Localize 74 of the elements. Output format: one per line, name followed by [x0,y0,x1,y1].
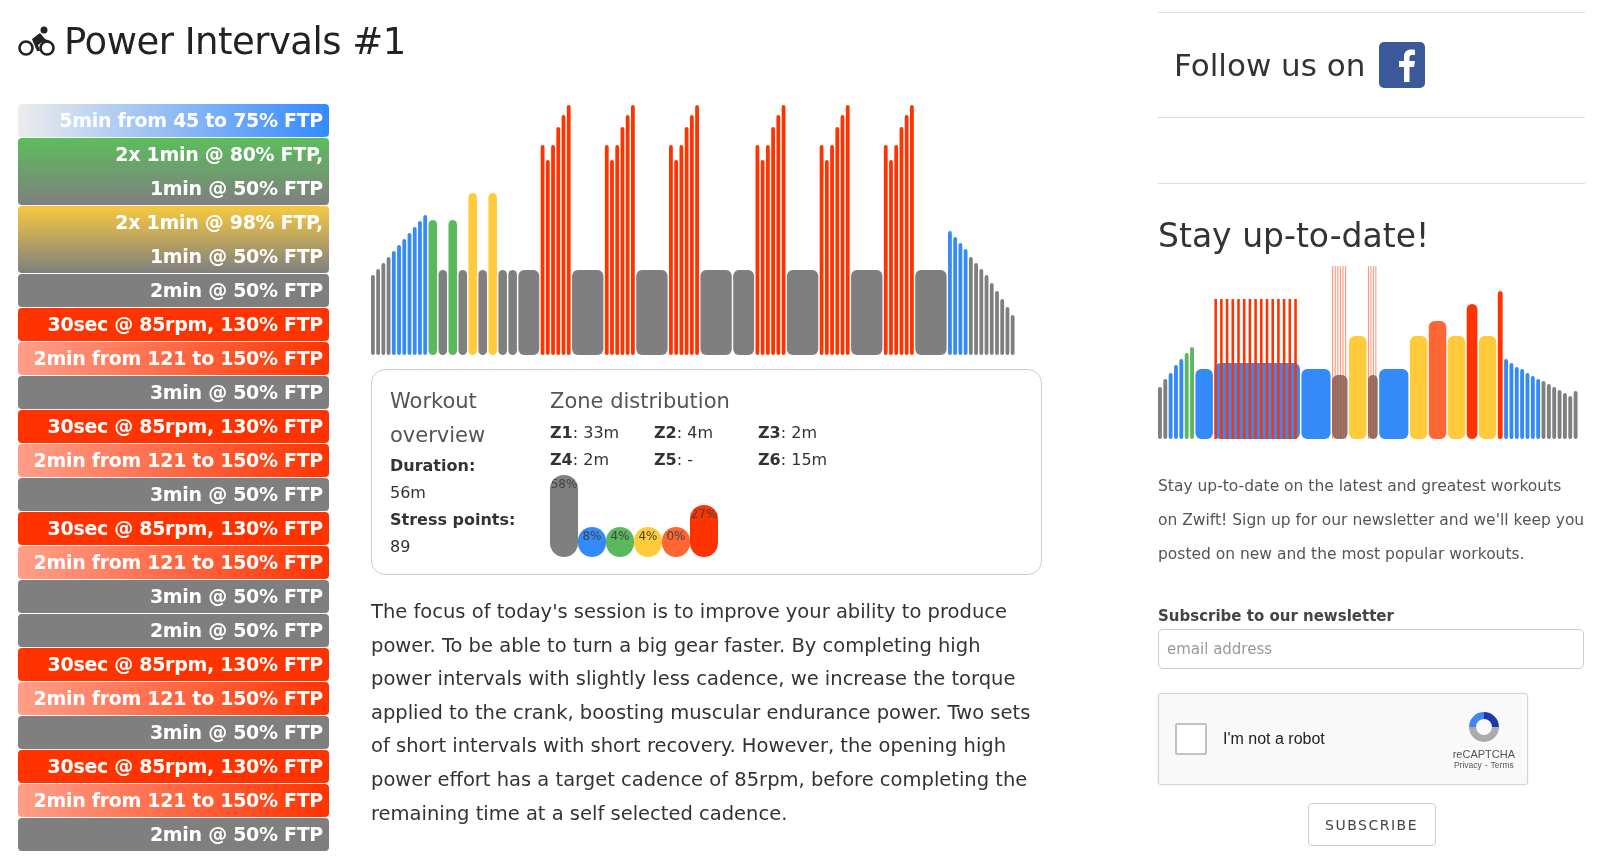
form-label: Subscribe to our newsletter [1158,607,1395,625]
zone-time: Z2: 4m [654,422,714,444]
zone-bar: 4% [606,527,634,557]
interval-text: 3min @ 50% FTP [148,720,323,745]
interval-text: 1min @ 50% FTP [148,176,323,201]
interval-text: 2min from 121 to 150% FTP [32,448,323,473]
zone-time: Z3: 2m [758,422,818,444]
interval-block[interactable]: 2min from 121 to 150% FTP [18,546,329,579]
overview-stat: Duration: 56m [390,455,477,504]
newsletter-heading: Stay up-to-date! [1158,216,1431,256]
interval-block[interactable]: 2min @ 50% FTP [18,274,329,307]
zone-bar: 8% [578,527,606,557]
zone-bar: 0% [662,527,690,557]
captcha-checkbox[interactable] [1175,723,1207,755]
overview-title: Workout overview [390,388,487,449]
interval-block[interactable]: 3min @ 50% FTP [18,478,329,511]
interval-text: 30sec @ 85rpm, 130% FTP [46,754,323,779]
workout-description: The focus of today's session is to improve your ability to produce power. To be able to turn a big gear faster. By completing high power intervals with slightly less cadence, we increase the torque applied to the crank, boosting muscular endurance power. Two sets of short intervals with short recovery. However, the opening high power effort has a target cadence of 85rpm, before completing the remaining time at a self selected cadence. [371,599,1032,827]
terms-link[interactable]: Terms [1490,760,1514,770]
link-separator: - [1484,760,1488,770]
interval-block[interactable]: 2min from 121 to 150% FTP [18,682,329,715]
captcha-brand: reCAPTCHA [1452,748,1515,760]
interval-text: 2min @ 50% FTP [148,618,323,643]
interval-block[interactable]: 2min @ 50% FTP [18,614,329,647]
interval-text: 30sec @ 85rpm, 130% FTP [46,652,323,677]
interval-text: 2x 1min @ 98% FTP, [114,210,323,235]
zone-time: Z6: 15m [758,449,829,471]
privacy-link[interactable]: Privacy [1453,760,1482,770]
subscribe-button[interactable]: SUBSCRIBE [1307,803,1436,846]
interval-block[interactable]: 30sec @ 85rpm, 130% FTP [18,410,329,443]
interval-text: 2x 1min @ 80% FTP, [114,142,323,167]
interval-text: 3min @ 50% FTP [148,584,323,609]
interval-block[interactable]: 2min from 121 to 150% FTP [18,784,329,817]
interval-text: 3min @ 50% FTP [148,482,323,507]
interval-block[interactable]: 2min @ 50% FTP [18,818,329,851]
interval-block[interactable]: 5min from 45 to 75% FTP [18,104,329,137]
interval-text: 2min from 121 to 150% FTP [32,686,323,711]
email-field[interactable]: email address [1158,629,1584,669]
interval-text: 2min from 121 to 150% FTP [32,550,323,575]
zone-bar: 27% [690,505,718,557]
interval-text: 5min from 45 to 75% FTP [58,108,323,133]
interval-block[interactable]: 2x 1min @ 98% FTP, 1min @ 50% FTP [18,206,329,273]
interval-block[interactable]: 3min @ 50% FTP [18,580,329,613]
interval-text: 30sec @ 85rpm, 130% FTP [46,516,323,541]
interval-text: 30sec @ 85rpm, 130% FTP [46,312,323,337]
zone-title: Zone distribution [550,388,731,415]
follow-text: Follow us on [1174,47,1366,83]
newsletter-text: Stay up-to-date on the latest and greatest workouts on Zwift! Sign up for our newsletter and we'll keep you posted on new and the most popular workouts. [1158,476,1585,565]
zone-bar: 4% [634,527,662,557]
facebook-icon[interactable] [1379,42,1426,88]
interval-text: 30sec @ 85rpm, 130% FTP [46,414,323,439]
interval-text: 2min @ 50% FTP [148,822,323,847]
interval-block[interactable]: 2min from 121 to 150% FTP [18,444,329,477]
captcha-label: I'm not a robot [1223,730,1326,748]
zone-time: Z5: - [654,449,694,471]
zone-time: Z4: 2m [550,449,610,471]
interval-text: 2min @ 50% FTP [148,278,323,303]
interval-block[interactable]: 3min @ 50% FTP [18,376,329,409]
interval-text: 1min @ 50% FTP [148,244,323,269]
interval-block[interactable]: 30sec @ 85rpm, 130% FTP [18,512,329,545]
zone-time: Z1: 33m [550,422,621,444]
interval-block[interactable]: 30sec @ 85rpm, 130% FTP [18,750,329,783]
interval-text: 2min from 121 to 150% FTP [32,346,323,371]
interval-block[interactable]: 3min @ 50% FTP [18,716,329,749]
page-title: Power Intervals #1 [64,19,406,63]
overview-stat: Stress points: 89 [390,509,516,558]
interval-text: 2min from 121 to 150% FTP [32,788,323,813]
interval-block[interactable]: 30sec @ 85rpm, 130% FTP [18,648,329,681]
zone-bar: 58% [550,475,578,557]
interval-block[interactable]: 30sec @ 85rpm, 130% FTP [18,308,329,341]
interval-block[interactable]: 2min from 121 to 150% FTP [18,342,329,375]
interval-block[interactable]: 2x 1min @ 80% FTP, 1min @ 50% FTP [18,138,329,205]
cyclist-icon [18,25,56,57]
interval-text: 3min @ 50% FTP [148,380,323,405]
